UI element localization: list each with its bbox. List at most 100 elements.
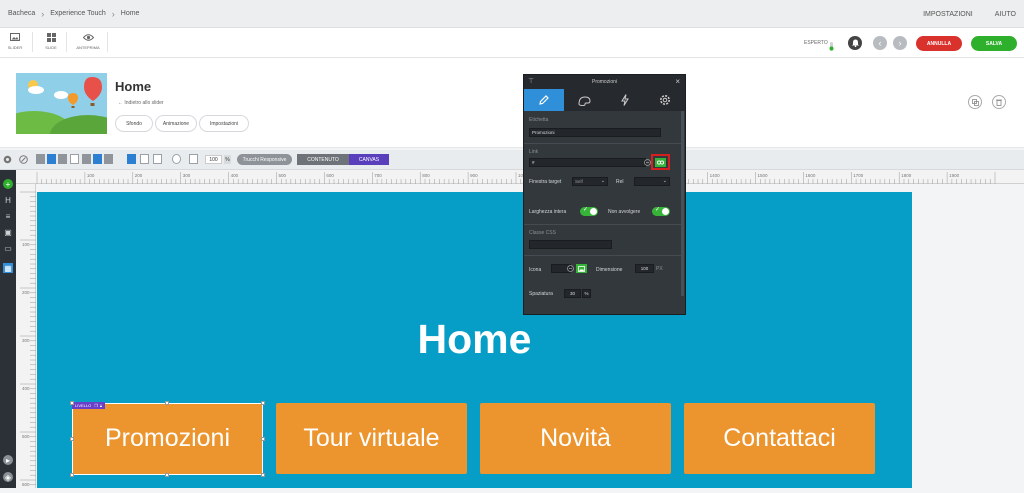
tour-virtuale-button[interactable]: Tour virtuale bbox=[276, 403, 467, 474]
target-window-select[interactable]: Self ⌄ bbox=[572, 177, 608, 186]
layers-icon[interactable]: ◈ bbox=[3, 472, 13, 482]
link-picker-highlight[interactable] bbox=[651, 154, 670, 170]
ruler-label: 700 bbox=[374, 173, 382, 178]
ruler-label: 600 bbox=[22, 482, 30, 487]
zoom-input[interactable]: 100 bbox=[205, 155, 222, 164]
expert-mode-toggle[interactable] bbox=[829, 38, 834, 51]
copy-icon[interactable]: ❐ bbox=[94, 403, 98, 408]
gear-icon[interactable] bbox=[2, 154, 13, 164]
target-window-value: Self bbox=[575, 179, 583, 184]
tab-actions[interactable] bbox=[605, 89, 645, 111]
bell-icon[interactable] bbox=[848, 36, 862, 50]
row-layer-icon[interactable]: ▦ bbox=[3, 263, 13, 273]
slide-thumbnail[interactable] bbox=[16, 73, 107, 134]
label-input[interactable]: Promozioni bbox=[529, 128, 661, 137]
contattaci-button[interactable]: Contattaci bbox=[684, 403, 875, 474]
toolbar-divider bbox=[107, 32, 108, 52]
desktop-view-icon[interactable] bbox=[127, 154, 136, 164]
resize-handle[interactable] bbox=[261, 437, 265, 441]
preview-tool[interactable]: ANTEPRIMA bbox=[74, 32, 102, 56]
slider-tool[interactable]: SLIDER bbox=[6, 32, 24, 56]
novita-button[interactable]: Novità bbox=[480, 403, 671, 474]
align-top-icon[interactable] bbox=[36, 154, 45, 164]
divider bbox=[524, 255, 683, 256]
tab-content[interactable] bbox=[524, 89, 565, 111]
text-icon[interactable]: ≡ bbox=[3, 211, 13, 221]
ruler-label: 300 bbox=[22, 338, 30, 343]
spacing-input[interactable]: 30 bbox=[564, 289, 581, 298]
animation-tab[interactable]: Animazione bbox=[155, 115, 197, 132]
align-middle-icon[interactable] bbox=[47, 154, 56, 164]
link-picker-icon[interactable] bbox=[655, 157, 666, 167]
back-to-slider-link[interactable]: ← Indietro allo slider bbox=[118, 100, 164, 106]
save-button[interactable]: SALVA bbox=[971, 36, 1017, 51]
next-button[interactable]: › bbox=[893, 36, 907, 50]
size-unit: PX bbox=[656, 266, 663, 272]
canvas-mode-button[interactable]: CANVAS bbox=[349, 154, 389, 165]
play-icon[interactable]: ▸ bbox=[3, 455, 13, 465]
align-top-alt-icon[interactable] bbox=[70, 154, 79, 164]
palette-icon bbox=[578, 95, 591, 106]
accessibility-icon[interactable] bbox=[172, 154, 181, 164]
full-width-label: Larghezza intera bbox=[529, 209, 567, 215]
align-bottom-icon[interactable] bbox=[58, 154, 67, 164]
help-link[interactable]: AIUTO bbox=[995, 11, 1016, 18]
heading-icon[interactable]: H bbox=[3, 195, 13, 205]
duplicate-icon[interactable] bbox=[968, 95, 982, 109]
resize-handle[interactable] bbox=[70, 401, 74, 405]
resize-handle[interactable] bbox=[261, 401, 265, 405]
trash-icon[interactable] bbox=[992, 95, 1006, 109]
css-class-input[interactable] bbox=[529, 240, 612, 249]
pin-icon[interactable]: ⊤ bbox=[528, 77, 534, 85]
resize-handle[interactable] bbox=[261, 473, 265, 477]
resize-handle[interactable] bbox=[165, 401, 169, 405]
layer-tag[interactable]: LIVELLO ❐ 🔒︎ bbox=[72, 402, 105, 409]
resize-handle[interactable] bbox=[165, 473, 169, 477]
breadcrumb-dashboard[interactable]: Bacheca bbox=[8, 10, 35, 17]
full-width-toggle[interactable]: ✓ bbox=[580, 207, 598, 216]
resize-handle[interactable] bbox=[70, 437, 74, 441]
ruler-label: 600 bbox=[326, 173, 334, 178]
breadcrumb-experience-touch[interactable]: Experience Touch bbox=[50, 10, 106, 17]
resize-handle[interactable] bbox=[70, 473, 74, 477]
clear-icon-icon[interactable] bbox=[566, 264, 574, 273]
slide-tool[interactable]: SLIDE bbox=[43, 32, 59, 56]
align-right-icon[interactable] bbox=[104, 154, 113, 164]
main-toolbar: SLIDER SLIDE ANTEPRIMA bbox=[0, 28, 1024, 58]
ruler-label: 400 bbox=[231, 173, 239, 178]
button-layer-icon[interactable]: ▭ bbox=[3, 243, 13, 253]
background-tab[interactable]: Sfondo bbox=[115, 115, 153, 132]
align-center-icon[interactable] bbox=[93, 154, 102, 164]
nowrap-toggle[interactable]: ✓ bbox=[652, 207, 670, 216]
rel-select[interactable]: ⌄ bbox=[634, 177, 670, 186]
tab-style[interactable] bbox=[564, 89, 604, 111]
align-left-icon[interactable] bbox=[82, 154, 91, 164]
tab-settings[interactable] bbox=[645, 89, 685, 111]
panel-header[interactable]: ⊤ Promozioni × bbox=[524, 75, 685, 89]
tablet-view-icon[interactable] bbox=[140, 154, 149, 164]
cancel-button[interactable]: ANNULLA bbox=[916, 36, 962, 51]
eye-icon bbox=[82, 32, 94, 42]
previous-button[interactable]: ‹ bbox=[873, 36, 887, 50]
ruler-label: 1700 bbox=[853, 173, 864, 178]
settings-tab[interactable]: Impostazioni bbox=[199, 115, 249, 132]
content-mode-button[interactable]: CONTENUTO bbox=[297, 154, 349, 165]
toolbar-divider bbox=[32, 32, 33, 52]
add-icon[interactable]: + bbox=[3, 179, 13, 189]
clear-link-icon[interactable] bbox=[643, 158, 651, 167]
image-picker-icon[interactable] bbox=[576, 264, 587, 273]
responsive-tricks-button[interactable]: Trucchi Responsive bbox=[237, 154, 292, 165]
close-icon[interactable]: × bbox=[675, 77, 680, 86]
lock-icon[interactable]: 🔒︎ bbox=[100, 403, 102, 408]
mobile-view-icon[interactable] bbox=[153, 154, 162, 164]
settings-link[interactable]: IMPOSTAZIONI bbox=[923, 11, 973, 18]
panel-scrollbar[interactable] bbox=[681, 111, 684, 296]
size-input[interactable]: 100 bbox=[635, 264, 654, 273]
slide-label: SLIDE bbox=[45, 45, 57, 50]
canvas-title[interactable]: Home bbox=[37, 316, 912, 363]
back-to-slider-label: Indietro allo slider bbox=[124, 100, 164, 106]
link-input[interactable]: # bbox=[529, 158, 646, 167]
link-icon[interactable] bbox=[18, 154, 29, 164]
zoom-icon[interactable] bbox=[189, 154, 198, 164]
image-layer-icon[interactable]: ▣ bbox=[3, 227, 13, 237]
